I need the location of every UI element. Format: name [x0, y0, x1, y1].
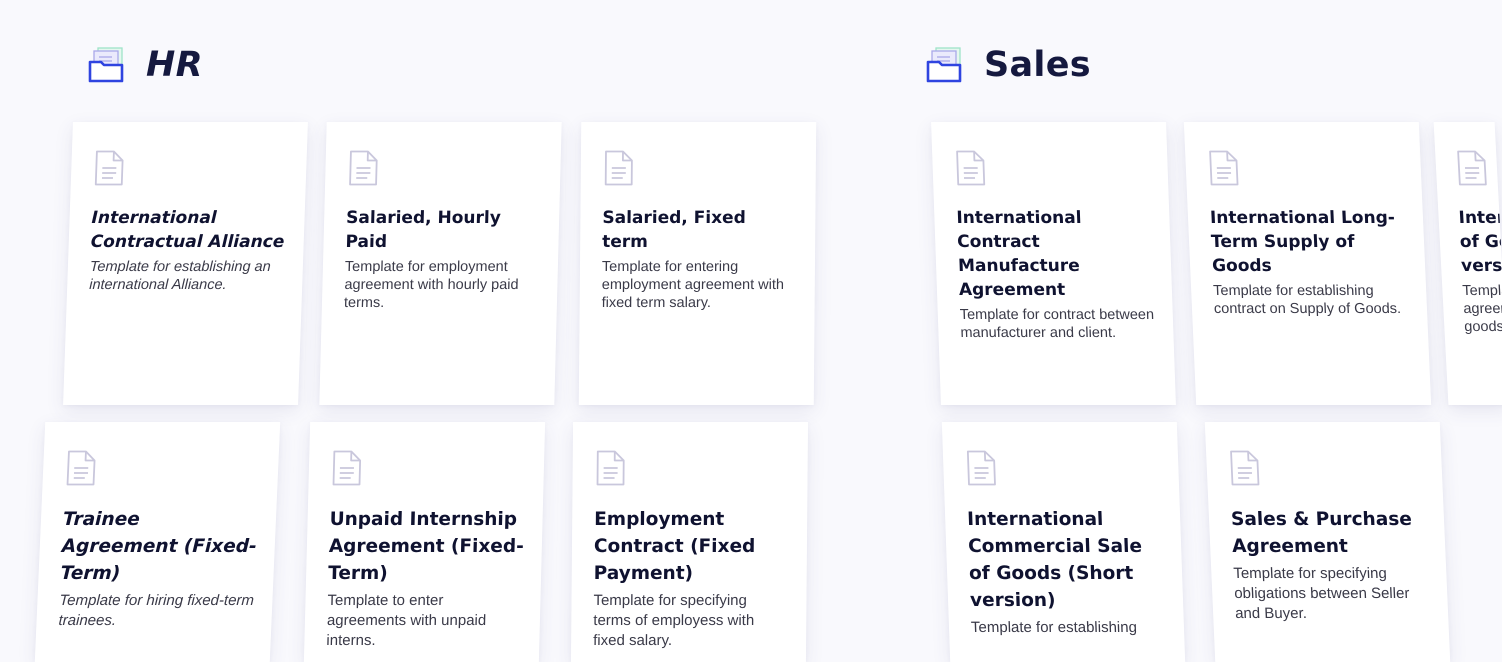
template-card[interactable]: International Long-Term Supply of Goods … — [1183, 122, 1432, 405]
card-title: Unpaid Internship Agreement (Fixed-Term) — [327, 509, 525, 584]
card-description: Template to enter agreements with unpaid… — [326, 592, 487, 649]
document-icon — [64, 450, 98, 486]
template-card[interactable]: International Contractual Alliance Templ… — [63, 122, 308, 405]
card-description: Template for specifying terms of employe… — [593, 592, 755, 649]
card-description: Template for establishing an internation… — [88, 259, 271, 293]
document-icon — [954, 150, 987, 186]
card-title: International Sale of Goods (Short versi… — [1458, 208, 1502, 276]
section-header-sales: Sales — [926, 45, 1091, 85]
template-card[interactable]: Unpaid Internship Agreement (Fixed-Term)… — [303, 422, 546, 662]
template-card[interactable]: Sales & Purchase Agreement Template for … — [1204, 422, 1451, 662]
card-description: Template for specifying obligations betw… — [1233, 565, 1410, 622]
section-title: Sales — [984, 45, 1091, 85]
template-card[interactable]: Trainee Agreement (Fixed-Term) Template … — [34, 422, 281, 662]
template-card[interactable]: Employment Contract (Fixed Payment) Temp… — [570, 422, 809, 662]
template-card[interactable]: Salaried, Fixed term Template for enteri… — [578, 122, 817, 405]
document-icon — [1207, 150, 1241, 186]
document-icon — [594, 450, 626, 486]
card-description: Template for entering employment agreeme… — [601, 259, 785, 311]
card-title: Salaried, Fixed term — [602, 208, 746, 252]
section-header-hr: HR — [88, 45, 203, 85]
card-description: Template for establishing — [970, 619, 1138, 636]
card-description: Template for employment agreement with h… — [343, 259, 519, 311]
section-title: HR — [146, 45, 203, 85]
document-icon — [330, 450, 363, 486]
card-description: Template for establishing agreement on s… — [1462, 283, 1502, 335]
card-title: Salaried, Hourly Paid — [345, 208, 502, 252]
card-title: International Contract Manufacture Agree… — [956, 208, 1082, 300]
card-description: Template for hiring fixed-term trainees. — [58, 592, 255, 629]
card-title: Trainee Agreement (Fixed-Term) — [60, 509, 258, 584]
card-description: Template for contract between manufactur… — [959, 307, 1155, 341]
template-card[interactable]: International Commercial Sale of Goods (… — [941, 422, 1186, 662]
document-icon — [347, 150, 380, 186]
document-icon — [603, 150, 635, 186]
template-card[interactable]: International Contract Manufacture Agree… — [931, 122, 1176, 405]
document-icon — [1455, 150, 1489, 186]
card-title: International Contractual Alliance — [90, 208, 285, 252]
template-card[interactable]: Salaried, Hourly Paid Template for emplo… — [319, 122, 562, 405]
card-title: Sales & Purchase Agreement — [1230, 509, 1413, 557]
card-title: Employment Contract (Fixed Payment) — [593, 509, 756, 584]
card-title: International Commercial Sale of Goods (… — [966, 509, 1143, 611]
folder-icon — [88, 46, 126, 84]
template-card[interactable]: International Sale of Goods (Short versi… — [1433, 122, 1502, 405]
card-description: Template for establishing contract on Su… — [1212, 283, 1402, 317]
document-icon — [965, 450, 998, 486]
document-icon — [93, 150, 126, 186]
document-icon — [1228, 450, 1262, 486]
folder-icon — [926, 46, 964, 84]
card-title: International Long-Term Supply of Goods — [1209, 208, 1396, 276]
